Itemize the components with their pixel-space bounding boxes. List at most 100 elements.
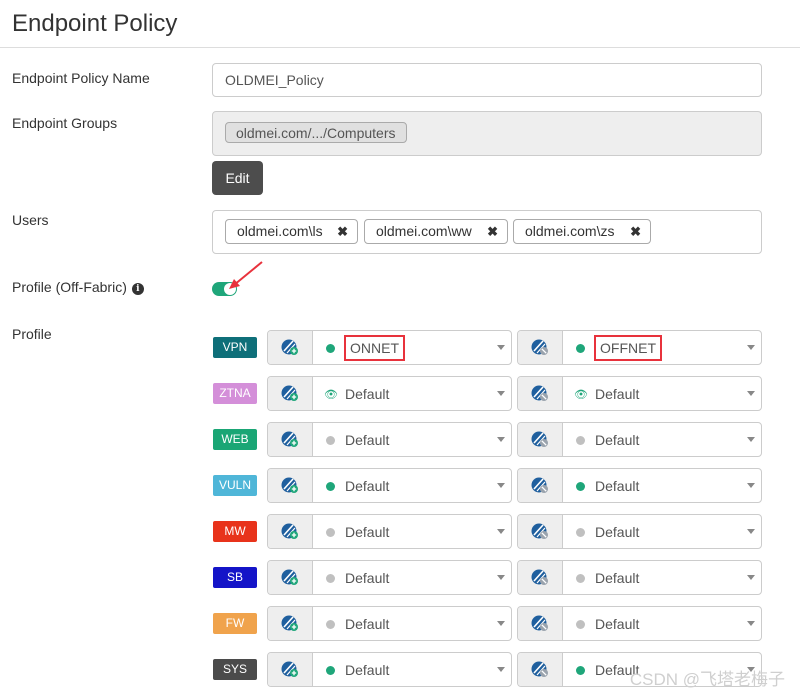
status-dot	[326, 528, 335, 537]
select-value: Default	[345, 478, 390, 494]
endpoint-groups-field: oldmei.com/.../Computers	[212, 111, 762, 156]
profile-badge: VULN	[213, 475, 257, 496]
edit-button[interactable]: Edit	[212, 161, 263, 195]
select-value: Default	[595, 524, 640, 540]
mw-onfabric-select[interactable]: Default	[267, 514, 512, 549]
endpoint-groups-label: Endpoint Groups	[12, 115, 118, 131]
profile-offfabric-label: Profile (Off-Fabric) i	[12, 279, 144, 295]
chevron-down-icon	[497, 621, 505, 626]
remove-icon[interactable]: ✖	[630, 220, 641, 243]
vpn-offfabric-select[interactable]: OFFNET	[517, 330, 762, 365]
status-dot	[576, 574, 585, 583]
watermark: CSDN @飞塔老梅子	[629, 670, 785, 689]
select-value: Default	[345, 386, 390, 402]
users-label: Users	[12, 212, 49, 228]
onfabric-icon	[268, 653, 313, 686]
fw-onfabric-select[interactable]: Default	[267, 606, 512, 641]
profile-badge: SYS	[213, 659, 257, 680]
sb-onfabric-select[interactable]: Default	[267, 560, 512, 595]
mw-offfabric-select[interactable]: Default	[517, 514, 762, 549]
chevron-down-icon	[747, 575, 755, 580]
status-dot	[576, 528, 585, 537]
profile-badge: MW	[213, 521, 257, 542]
chevron-down-icon	[747, 483, 755, 488]
offfabric-icon	[518, 607, 563, 640]
select-value: Default	[345, 432, 390, 448]
chevron-down-icon	[747, 437, 755, 442]
user-chip-label: oldmei.com\ls	[237, 223, 323, 239]
select-value: Default	[345, 616, 390, 632]
select-value: Default	[345, 570, 390, 586]
sys-onfabric-select[interactable]: Default	[267, 652, 512, 687]
select-value: Default	[595, 386, 640, 402]
policy-name-label: Endpoint Policy Name	[12, 70, 150, 86]
select-value: Default	[345, 662, 390, 678]
status-dot	[576, 344, 585, 353]
status-dot	[576, 436, 585, 445]
onfabric-icon	[268, 377, 313, 410]
status-dot	[326, 482, 335, 491]
chevron-down-icon	[497, 391, 505, 396]
info-icon[interactable]: i	[131, 283, 144, 295]
highlighted-value: OFFNET	[594, 335, 662, 361]
web-offfabric-select[interactable]: Default	[517, 422, 762, 457]
vuln-offfabric-select[interactable]: Default	[517, 468, 762, 503]
red-arrow-annotation	[229, 261, 263, 289]
vpn-onfabric-select[interactable]: ONNET	[267, 330, 512, 365]
fw-offfabric-select[interactable]: Default	[517, 606, 762, 641]
web-onfabric-select[interactable]: Default	[267, 422, 512, 457]
status-dot	[326, 620, 335, 629]
chevron-down-icon	[497, 437, 505, 442]
status-dot	[576, 666, 585, 675]
chevron-down-icon	[747, 345, 755, 350]
status-dot	[576, 620, 585, 629]
chevron-down-icon	[497, 529, 505, 534]
highlighted-value: ONNET	[344, 335, 405, 361]
onfabric-icon	[268, 561, 313, 594]
policy-name-input[interactable]	[212, 63, 762, 97]
offfabric-icon	[518, 469, 563, 502]
profile-badge: SB	[213, 567, 257, 588]
profile-row-mw: MW Default Default	[212, 514, 764, 550]
profile-row-sb: SB Default Default	[212, 560, 764, 596]
chevron-down-icon	[497, 483, 505, 488]
vuln-onfabric-select[interactable]: Default	[267, 468, 512, 503]
status-dot	[326, 574, 335, 583]
offfabric-icon	[518, 377, 563, 410]
offfabric-icon	[518, 653, 563, 686]
onfabric-icon	[268, 515, 313, 548]
status-dot	[326, 666, 335, 675]
user-chip: oldmei.com\ls ✖	[225, 219, 358, 244]
chevron-down-icon	[497, 345, 505, 350]
onfabric-icon	[268, 607, 313, 640]
profile-row-fw: FW Default Default	[212, 606, 764, 642]
remove-icon[interactable]: ✖	[487, 220, 498, 243]
select-value: Default	[345, 524, 390, 540]
status-dot	[576, 482, 585, 491]
profile-badge: FW	[213, 613, 257, 634]
profile-row-ztna: ZTNA 👁 Default 👁 Default	[212, 376, 764, 412]
profile-row-web: WEB Default Default	[212, 422, 764, 458]
users-field[interactable]: oldmei.com\ls ✖ oldmei.com\ww ✖ oldmei.c…	[212, 210, 762, 254]
eye-icon: 👁	[574, 389, 588, 401]
profile-row-vuln: VULN Default Default	[212, 468, 764, 504]
select-value: Default	[595, 616, 640, 632]
sb-offfabric-select[interactable]: Default	[517, 560, 762, 595]
onfabric-icon	[268, 469, 313, 502]
user-chip-label: oldmei.com\ww	[376, 223, 472, 239]
offfabric-icon	[518, 561, 563, 594]
offfabric-icon	[518, 515, 563, 548]
profile-row-vpn: VPN ONNET OFFNET	[212, 330, 764, 366]
chevron-down-icon	[747, 391, 755, 396]
profile-badge: WEB	[213, 429, 257, 450]
chevron-down-icon	[497, 575, 505, 580]
user-chip-label: oldmei.com\zs	[525, 223, 615, 239]
status-dot	[326, 436, 335, 445]
chevron-down-icon	[747, 529, 755, 534]
select-value: Default	[595, 570, 640, 586]
ztna-offfabric-select[interactable]: 👁 Default	[517, 376, 762, 411]
eye-icon: 👁	[324, 389, 338, 401]
remove-icon[interactable]: ✖	[337, 220, 348, 243]
chevron-down-icon	[747, 621, 755, 626]
ztna-onfabric-select[interactable]: 👁 Default	[267, 376, 512, 411]
